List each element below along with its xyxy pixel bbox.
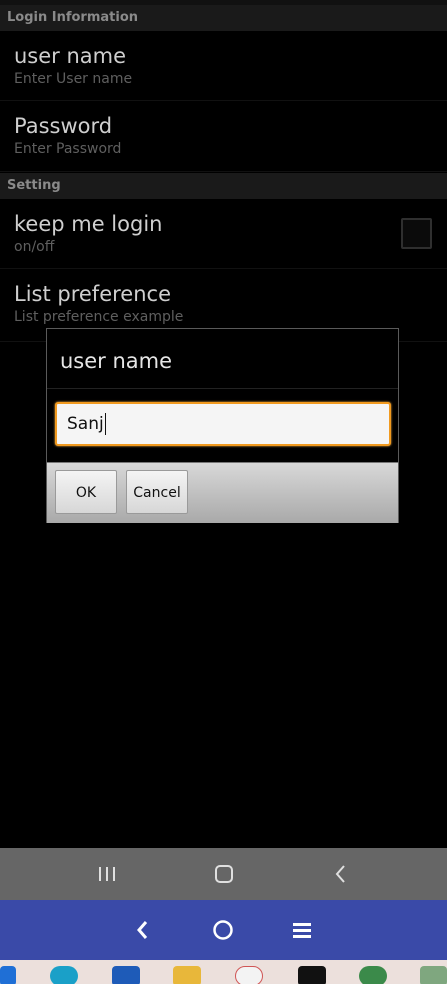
- pref-user-name-title: user name: [14, 44, 127, 68]
- pref-password-title: Password: [14, 114, 113, 138]
- text-caret: [104, 413, 106, 435]
- pref-keep-me-login-title: keep me login: [14, 212, 163, 236]
- taskbar: [0, 960, 447, 984]
- pref-user-name-summary: Enter User name: [14, 71, 133, 87]
- home-icon[interactable]: [194, 848, 254, 900]
- cancel-button[interactable]: Cancel: [126, 470, 188, 514]
- menu-icon[interactable]: [272, 900, 332, 960]
- app-icon[interactable]: [235, 966, 263, 984]
- browser-icon[interactable]: [50, 966, 78, 984]
- mail-icon[interactable]: [112, 966, 140, 984]
- folder-icon[interactable]: [173, 966, 201, 984]
- category-login-information: Login Information: [0, 5, 447, 31]
- keep-me-login-checkbox[interactable]: [401, 218, 432, 249]
- pref-keep-me-login-summary: on/off: [14, 239, 55, 255]
- pref-password[interactable]: Password Enter Password: [0, 101, 447, 172]
- home-icon[interactable]: [193, 900, 253, 960]
- pref-user-name[interactable]: user name Enter User name: [0, 31, 447, 101]
- pref-keep-me-login[interactable]: keep me login on/off: [0, 199, 447, 269]
- category-setting: Setting: [0, 173, 447, 199]
- recents-icon[interactable]: [77, 848, 137, 900]
- dialog-title: user name: [47, 329, 398, 389]
- pref-password-summary: Enter Password: [14, 141, 122, 157]
- edit-text-dialog: user name Sanj OK Cancel: [46, 328, 399, 523]
- back-icon[interactable]: [311, 848, 371, 900]
- remote-nav-bar: [0, 900, 447, 960]
- dialog-text-input[interactable]: Sanj: [55, 402, 391, 446]
- pref-list-preference-title: List preference: [14, 282, 171, 306]
- system-nav-bar: [0, 848, 447, 900]
- app-icon[interactable]: [0, 966, 16, 984]
- app-icon[interactable]: [359, 966, 387, 984]
- ok-button[interactable]: OK: [55, 470, 117, 514]
- dropbox-icon[interactable]: [298, 966, 326, 984]
- app-icon[interactable]: [420, 966, 447, 984]
- app-screen: Login Information user name Enter User n…: [0, 0, 447, 984]
- pref-list-preference-summary: List preference example: [14, 309, 184, 325]
- back-icon[interactable]: [113, 900, 173, 960]
- dialog-input-value: Sanj: [67, 414, 104, 434]
- dialog-button-bar: OK Cancel: [47, 462, 398, 523]
